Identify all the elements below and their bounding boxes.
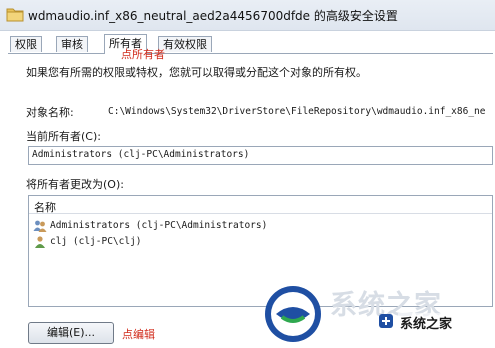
tab-permissions[interactable]: 权限 <box>10 36 42 52</box>
object-name-value: C:\Windows\System32\DriverStore\FileRepo… <box>108 106 486 117</box>
intro-text: 如果您有所需的权限或特权，您就可以取得或分配这个对象的所有权。 <box>26 66 367 79</box>
title-bar: wdmaudio.inf_x86_neutral_aed2a4456700dfd… <box>0 0 495 31</box>
tab-auditing[interactable]: 审核 <box>56 36 88 52</box>
change-owner-label: 将所有者更改为(O): <box>26 178 124 191</box>
list-header-name[interactable]: 名称 <box>29 196 492 214</box>
folder-icon <box>6 6 24 22</box>
tab-bar: 权限 审核 所有者 有效权限 <box>8 34 493 54</box>
tab-effective-permissions[interactable]: 有效权限 <box>158 36 212 52</box>
owner-name: Administrators (clj-PC\Administrators) <box>50 220 268 231</box>
watermark-logo-icon <box>262 283 324 345</box>
list-item[interactable]: Administrators (clj-PC\Administrators) <box>33 218 488 234</box>
watermark-site-name: 系统之家 <box>398 313 455 332</box>
current-owner-label: 当前所有者(C): <box>26 130 101 143</box>
watermark-small-logo-icon <box>378 313 394 329</box>
current-owner-value: Administrators (clj-PC\Administrators) <box>32 149 250 160</box>
user-icon <box>33 235 47 249</box>
window-title: wdmaudio.inf_x86_neutral_aed2a4456700dfd… <box>28 9 398 23</box>
owner-name: clj (clj-PC\clj) <box>50 236 142 247</box>
list-item[interactable]: clj (clj-PC\clj) <box>33 234 488 250</box>
edit-button[interactable]: 编辑(E)... <box>28 322 114 344</box>
group-users-icon <box>33 219 47 233</box>
current-owner-field: Administrators (clj-PC\Administrators) <box>28 146 493 165</box>
edit-annotation: 点编辑 <box>122 328 155 341</box>
object-name-label: 对象名称: <box>26 106 74 119</box>
owner-tab-annotation: 点所有者 <box>121 48 165 61</box>
